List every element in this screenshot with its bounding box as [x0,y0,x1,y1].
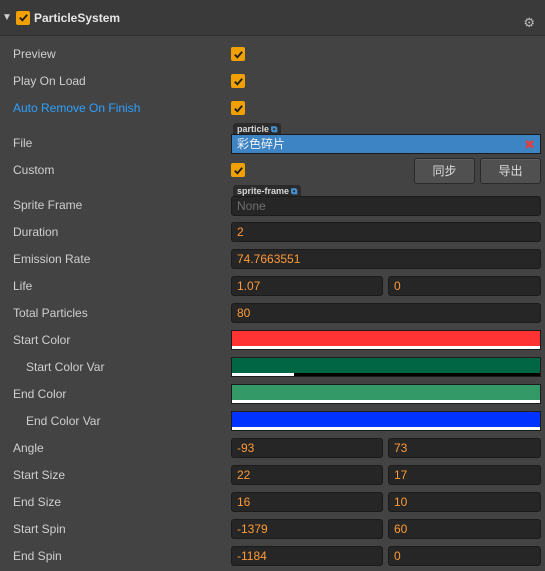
label-end-spin: End Spin [13,549,62,563]
component-title: ParticleSystem [34,10,121,25]
end-spin-var-input[interactable]: 0 [388,546,541,566]
label-auto-remove: Auto Remove On Finish [13,101,141,115]
clear-x-icon[interactable]: ✖ [524,136,535,154]
end-spin-input[interactable]: -1184 [231,546,383,566]
row-total-particles: Total Particles 80 [0,300,545,327]
end-color-var-swatch[interactable] [231,411,541,431]
label-preview: Preview [13,47,56,61]
label-angle: Angle [13,441,44,455]
start-spin-var-input[interactable]: 60 [388,519,541,539]
start-size-var-input[interactable]: 17 [388,465,541,485]
label-start-color-var: Start Color Var [26,360,105,374]
row-auto-remove: Auto Remove On Finish [0,95,545,122]
life-var-input[interactable]: 0 [388,276,541,296]
row-duration: Duration 2 [0,219,545,246]
label-start-size: Start Size [13,468,66,482]
start-color-swatch[interactable] [231,330,541,350]
row-start-color-var: Start Color Var [0,354,545,381]
row-play-on-load: Play On Load [0,68,545,95]
sprite-frame-asset-type: sprite-frame [237,186,290,196]
custom-checkbox[interactable] [231,163,245,177]
sync-button[interactable]: 同步 [414,158,475,184]
end-color-alpha-bar [232,400,540,403]
end-color-var-alpha-bar [232,427,540,430]
checkmark-icon [233,77,243,86]
play-on-load-checkbox[interactable] [231,74,245,88]
start-size-input[interactable]: 22 [231,465,383,485]
label-duration: Duration [13,225,59,239]
label-end-color-var: End Color Var [26,414,101,428]
row-emission-rate: Emission Rate 74.7663551 [0,246,545,273]
end-size-input[interactable]: 16 [231,492,383,512]
label-start-color: Start Color [13,333,71,347]
label-emission-rate: Emission Rate [13,252,91,266]
life-input[interactable]: 1.07 [231,276,383,296]
end-size-var-input[interactable]: 10 [388,492,541,512]
row-end-color-var: End Color Var [0,408,545,435]
preview-checkbox[interactable] [231,47,245,61]
angle-var-input[interactable]: 73 [388,438,541,458]
label-end-size: End Size [13,495,62,509]
row-end-color: End Color [0,381,545,408]
component-header: ▼ ParticleSystem ⚙ [0,0,545,36]
label-sprite-frame: Sprite Frame [13,198,83,212]
label-life: Life [13,279,33,293]
label-play-on-load: Play On Load [13,74,86,88]
row-end-size: End Size 16 10 [0,489,545,516]
label-custom: Custom [13,163,55,177]
emission-rate-input[interactable]: 74.7663551 [231,249,541,269]
export-button[interactable]: 导出 [480,158,541,184]
row-angle: Angle -93 73 [0,435,545,462]
external-link-icon[interactable]: ⧉ [271,124,277,134]
row-start-size: Start Size 22 17 [0,462,545,489]
file-asset-name: 彩色碎片 [237,137,286,151]
total-particles-input[interactable]: 80 [231,303,541,323]
row-custom: Custom 同步 导出 [0,157,545,184]
file-asset-field[interactable]: 彩色碎片 ✖ [231,134,541,154]
label-start-spin: Start Spin [13,522,66,536]
row-file: File particle ⧉ 彩色碎片 ✖ [0,123,545,157]
start-color-var-swatch[interactable] [231,357,541,377]
row-start-color: Start Color [0,327,545,354]
component-enabled-checkbox[interactable] [16,10,30,25]
gear-icon[interactable]: ⚙ [523,15,535,31]
checkmark-icon [18,14,28,22]
checkmark-icon [233,50,243,59]
start-spin-input[interactable]: -1379 [231,519,383,539]
auto-remove-checkbox[interactable] [231,101,245,115]
checkmark-icon [233,166,243,175]
row-sprite-frame: Sprite Frame sprite-frame ⧉ None [0,185,545,219]
start-color-var-alpha-bar [232,373,294,376]
start-color-alpha-bar [232,346,540,349]
row-life: Life 1.07 0 [0,273,545,300]
file-asset-type: particle [237,124,270,134]
fold-triangle-icon[interactable]: ▼ [2,12,16,23]
label-file: File [13,136,33,150]
angle-input[interactable]: -93 [231,438,383,458]
label-total-particles: Total Particles [13,306,88,320]
start-color-var-alpha-rest [293,373,540,376]
checkmark-icon [233,104,243,113]
row-preview: Preview [0,41,545,68]
duration-input[interactable]: 2 [231,222,541,242]
end-color-swatch[interactable] [231,384,541,404]
row-end-spin: End Spin -1184 0 [0,543,545,570]
label-end-color: End Color [13,387,67,401]
sprite-frame-field[interactable]: None [231,196,541,216]
external-link-icon[interactable]: ⧉ [291,186,297,196]
row-start-spin: Start Spin -1379 60 [0,516,545,543]
